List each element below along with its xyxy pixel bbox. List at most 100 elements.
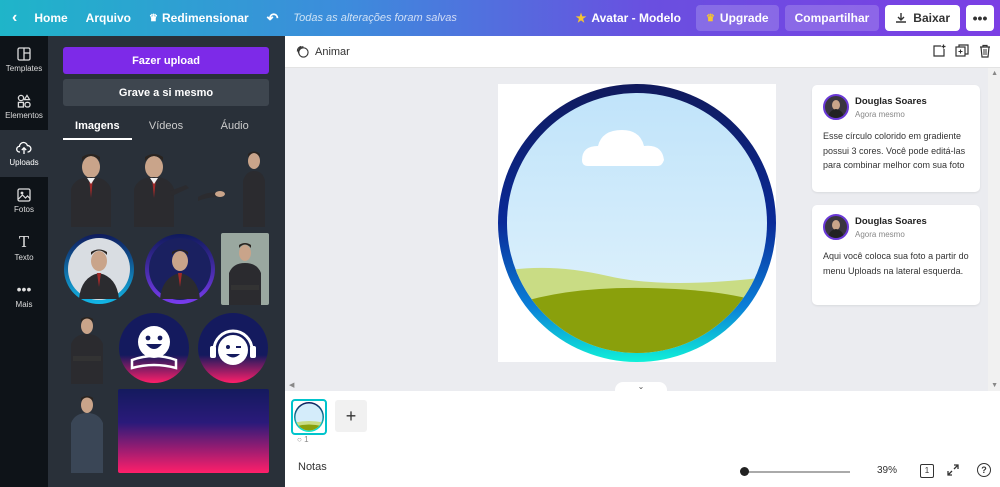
- rail-label: Fotos: [13, 204, 34, 214]
- undo-icon[interactable]: ↶: [258, 0, 288, 36]
- fullscreen-icon[interactable]: [946, 463, 960, 477]
- add-page-icon[interactable]: [932, 44, 946, 58]
- comment-time: Agora mesmo: [855, 229, 905, 239]
- pages-strip: ○ 1 +: [285, 391, 1000, 447]
- rail-label: Uploads: [9, 157, 39, 167]
- design-page[interactable]: [498, 84, 776, 362]
- crown-icon: ♛: [149, 12, 158, 24]
- upload-button[interactable]: Fazer upload: [63, 47, 269, 74]
- uploads-panel: Fazer upload Grave a si mesmo Imagens Ví…: [48, 36, 285, 487]
- animate-icon: [296, 45, 309, 58]
- rail-item-elements[interactable]: Elementos: [0, 83, 48, 130]
- star-icon: ★: [575, 11, 587, 25]
- file-menu[interactable]: Arquivo: [77, 0, 140, 36]
- upload-thumbnail[interactable]: [118, 389, 269, 473]
- save-status: Todas as alterações foram salvas: [293, 12, 457, 24]
- scroll-up-icon[interactable]: ▲: [991, 70, 998, 77]
- rail-label: Texto: [14, 252, 34, 262]
- page-comment-count: ○ 1: [297, 435, 309, 444]
- download-label: Baixar: [913, 11, 950, 25]
- page-thumbnail[interactable]: [291, 399, 327, 435]
- upload-thumbnail[interactable]: [63, 147, 118, 227]
- tab-audio[interactable]: Áudio: [200, 116, 269, 140]
- upload-cloud-icon: [16, 141, 32, 154]
- upload-thumbnail[interactable]: [197, 312, 269, 384]
- more-options-button[interactable]: •••: [966, 5, 994, 31]
- record-yourself-button[interactable]: Grave a si mesmo: [63, 79, 269, 106]
- upgrade-label: Upgrade: [719, 11, 769, 25]
- tab-images[interactable]: Imagens: [63, 116, 132, 140]
- scroll-left-icon[interactable]: ◀: [289, 381, 294, 389]
- download-button[interactable]: Baixar: [885, 5, 960, 31]
- rail-item-text[interactable]: T Texto: [0, 224, 48, 271]
- trash-icon[interactable]: [978, 44, 992, 58]
- share-button[interactable]: Compartilhar: [784, 5, 880, 31]
- comment-author: Douglas Soares: [855, 215, 927, 227]
- upload-thumbnail[interactable]: [63, 391, 111, 473]
- canvas-area: Douglas Soares Agora mesmo Esse círculo …: [285, 68, 1000, 396]
- editor-toolbar: Animar: [285, 36, 1000, 68]
- page-count-button[interactable]: 1: [920, 464, 934, 478]
- tab-videos[interactable]: Vídeos: [132, 116, 201, 140]
- resize-label: Redimensionar: [161, 11, 249, 25]
- comment-header: Douglas Soares Agora mesmo: [823, 214, 969, 240]
- avatar: [823, 94, 849, 120]
- photo-icon: [17, 187, 31, 202]
- rail-item-photos[interactable]: Fotos: [0, 177, 48, 224]
- zoom-slider-track[interactable]: [742, 471, 850, 473]
- back-chevron-icon[interactable]: ‹: [0, 0, 25, 36]
- upload-thumbnail[interactable]: [221, 233, 269, 305]
- rail-label: Templates: [5, 63, 43, 73]
- rail-item-more[interactable]: ••• Mais: [0, 271, 48, 318]
- design-title-label: Avatar - Modelo: [591, 11, 681, 25]
- comment-text: Aqui você coloca sua foto a partir do me…: [823, 251, 969, 276]
- design-title[interactable]: ★ Avatar - Modelo: [567, 0, 690, 36]
- notes-button[interactable]: Notas: [298, 461, 327, 473]
- front-hill-shape: [507, 287, 767, 353]
- duplicate-page-icon[interactable]: [955, 44, 969, 58]
- avatar: [823, 214, 849, 240]
- upload-thumbnail[interactable]: [63, 312, 111, 384]
- upload-thumbnail[interactable]: [118, 312, 190, 384]
- rail-item-templates[interactable]: Templates: [0, 36, 48, 83]
- help-label: ?: [981, 465, 987, 475]
- top-bar: ‹ Home Arquivo ♛ Redimensionar ↶ Todas a…: [0, 0, 1000, 36]
- crown-icon: ♛: [705, 12, 715, 24]
- rail-item-uploads[interactable]: Uploads: [0, 130, 48, 177]
- text-icon: T: [18, 232, 29, 251]
- comment-card[interactable]: Douglas Soares Agora mesmo Aqui você col…: [812, 205, 980, 305]
- scroll-down-icon[interactable]: ▼: [991, 382, 998, 389]
- rail-label: Mais: [15, 299, 33, 309]
- add-page-button[interactable]: +: [335, 400, 367, 432]
- rail-label: Elementos: [5, 110, 43, 120]
- comment-author: Douglas Soares: [855, 95, 927, 107]
- download-icon: [896, 13, 907, 23]
- comment-icon: ○: [297, 435, 302, 444]
- home-link[interactable]: Home: [25, 0, 76, 36]
- upload-thumbnail[interactable]: [238, 147, 268, 227]
- comment-time: Agora mesmo: [855, 109, 905, 119]
- comment-card[interactable]: Douglas Soares Agora mesmo Esse círculo …: [812, 85, 980, 192]
- avatar-frame-graphic[interactable]: [498, 84, 776, 362]
- left-rail: Templates Elementos Uploads Fotos T Text…: [0, 36, 48, 487]
- more-icon: •••: [16, 280, 32, 297]
- page-actions: [932, 44, 992, 58]
- resize-menu[interactable]: ♛ Redimensionar: [140, 0, 258, 36]
- media-tabs: Imagens Vídeos Áudio: [63, 116, 269, 140]
- upgrade-button[interactable]: ♛ Upgrade: [695, 5, 779, 31]
- zoom-slider-handle[interactable]: [740, 467, 749, 476]
- vertical-scrollbar[interactable]: ▲ ▼: [988, 68, 1000, 391]
- comment-header: Douglas Soares Agora mesmo: [823, 94, 969, 120]
- upload-thumbnail[interactable]: [128, 147, 228, 227]
- upload-thumbnail[interactable]: [144, 233, 216, 305]
- page-comment-count-value: 1: [304, 435, 309, 444]
- animate-button[interactable]: Animar: [296, 45, 350, 58]
- elements-icon: [17, 93, 31, 108]
- zoom-level[interactable]: 39%: [877, 465, 897, 476]
- upload-thumbnail[interactable]: [63, 233, 135, 305]
- templates-icon: [17, 46, 31, 61]
- animate-label: Animar: [315, 45, 350, 58]
- footer-bar: Notas 39% 1 ?: [285, 447, 1000, 487]
- help-button[interactable]: ?: [977, 463, 991, 477]
- page-count-value: 1: [924, 466, 930, 475]
